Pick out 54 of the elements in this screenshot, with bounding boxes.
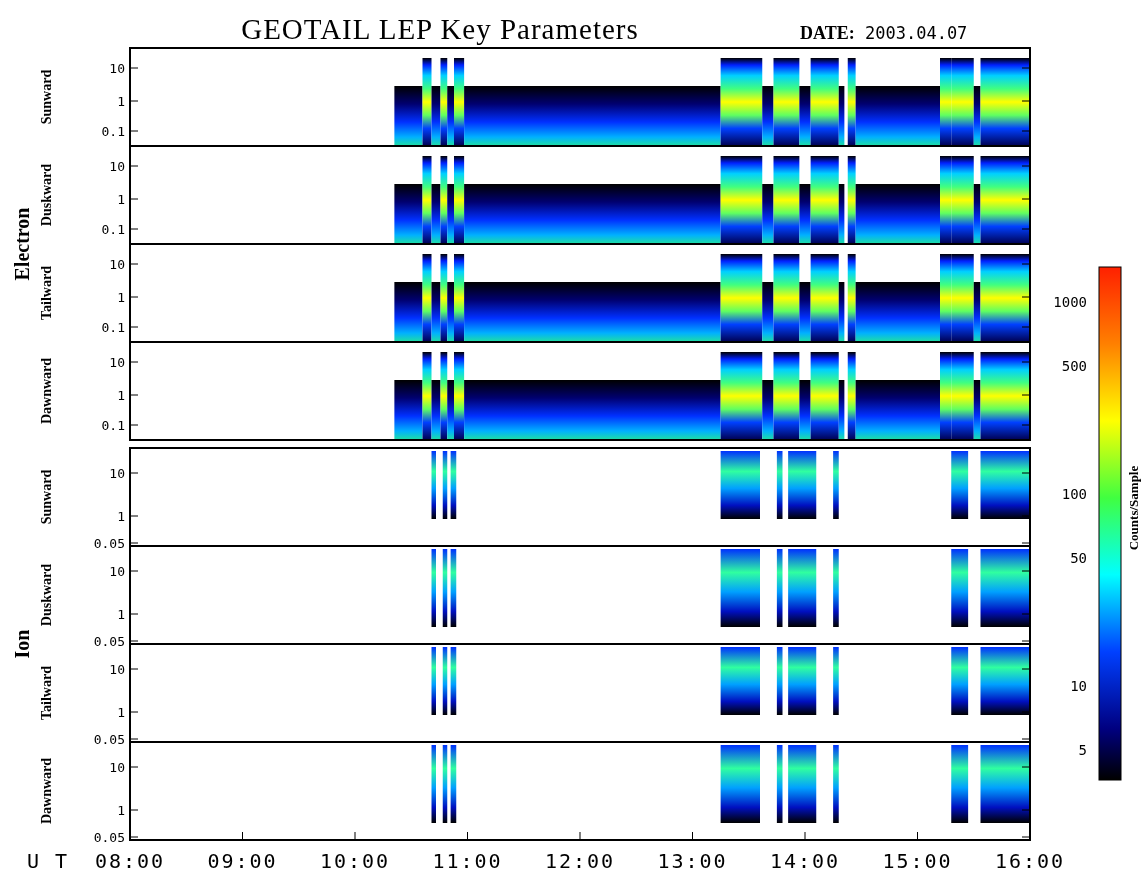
x-tick-label: 16:00 — [994, 849, 1066, 873]
y-tick-label: 1 — [117, 607, 125, 622]
y-tick-label: 0.05 — [93, 830, 125, 845]
panel-label: Dawnward — [39, 757, 54, 825]
y-tick-label: 10 — [109, 466, 125, 481]
y-tick-label: 0.1 — [101, 124, 125, 139]
color-scale-label: 500 — [1061, 358, 1087, 374]
y-tick-label: 0.1 — [101, 222, 125, 237]
group-label: Electron — [11, 207, 33, 281]
y-tick-label: 1 — [117, 192, 125, 207]
date-label: DATE: — [800, 23, 855, 43]
x-tick-label: 12:00 — [544, 849, 616, 873]
y-tick-label: 10 — [109, 61, 125, 76]
y-tick-label: 1 — [117, 388, 125, 403]
x-tick-label: 08:00 — [94, 849, 166, 873]
x-tick-label: 14:00 — [769, 849, 841, 873]
y-tick-label: 0.05 — [93, 634, 125, 649]
panel-label: Tailward — [39, 666, 54, 720]
y-tick-label: 1 — [117, 509, 125, 524]
group-label: Ion — [11, 629, 33, 659]
x-tick-label: 13:00 — [657, 849, 728, 873]
y-tick-label: 1 — [117, 705, 125, 720]
color-scale-label: 50 — [1070, 550, 1087, 566]
x-tick-label: 09:00 — [207, 849, 278, 873]
y-tick-label: 10 — [109, 257, 125, 272]
y-tick-label: 10 — [109, 662, 125, 677]
panel-label: Sunward — [39, 69, 54, 125]
y-tick-label: 0.05 — [93, 536, 125, 551]
color-scale-title: Counts/Sample — [1126, 465, 1141, 551]
x-axis-label: U T — [26, 849, 70, 873]
x-tick-label: 15:00 — [882, 849, 953, 873]
y-tick-label: 10 — [109, 159, 125, 174]
y-tick-label: 10 — [109, 355, 125, 370]
panel-label: Dawnward — [39, 357, 54, 425]
plot-title: GEOTAIL LEP Key Parameters — [241, 13, 639, 45]
y-tick-label: 10 — [109, 564, 125, 579]
y-tick-label: 0.05 — [93, 732, 125, 747]
y-tick-label: 1 — [117, 803, 125, 818]
panel-label: Sunward — [39, 469, 54, 525]
y-tick-label: 10 — [109, 760, 125, 775]
y-tick-label: 1 — [117, 290, 125, 305]
panel-label: Duskward — [39, 563, 54, 627]
x-tick-label: 11:00 — [432, 849, 503, 873]
color-scale-label: 1000 — [1053, 294, 1087, 310]
color-scale-label: 100 — [1061, 486, 1087, 502]
y-tick-label: 0.1 — [101, 320, 125, 335]
y-tick-label: 0.1 — [101, 418, 125, 433]
y-tick-label: 1 — [117, 94, 125, 109]
color-scale-label: 5 — [1078, 742, 1087, 758]
color-scale-label: 10 — [1070, 678, 1087, 694]
panel-label: Duskward — [39, 163, 54, 227]
x-tick-label: 10:00 — [319, 849, 391, 873]
panel-label: Tailward — [39, 266, 54, 320]
date-value: 2003.04.07 — [865, 23, 968, 43]
